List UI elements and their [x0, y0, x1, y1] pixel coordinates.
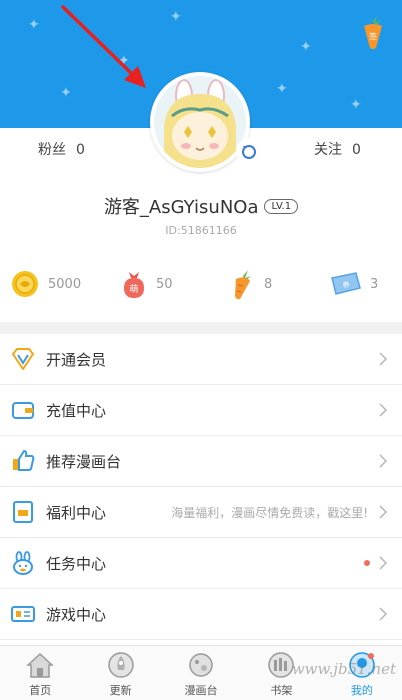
- menu-label: 任务中心: [46, 554, 107, 573]
- notification-dot: [364, 560, 370, 566]
- welfare-hint: 海量福利，漫画尽情免费读，戳这里!: [171, 505, 368, 520]
- tab-label: 漫画台: [184, 684, 218, 697]
- menu-label: 游戏中心: [46, 605, 107, 624]
- ticket-asset[interactable]: 券 3: [330, 266, 378, 302]
- tab-label: 更新: [109, 684, 132, 697]
- chevron-right-icon: [379, 505, 388, 519]
- user-id: ID:51861166: [165, 224, 237, 237]
- username: 游客_AsGYisuNOa: [103, 197, 259, 218]
- chevron-right-icon: [379, 352, 388, 366]
- avatar[interactable]: [150, 72, 250, 172]
- menu-label: 充值中心: [46, 401, 107, 420]
- tab-home[interactable]: 首页: [0, 646, 80, 700]
- meng-count: 50: [156, 276, 173, 292]
- follow-label: 关注: [314, 142, 342, 158]
- level-badge: LV.1: [264, 198, 299, 214]
- meng-asset[interactable]: 萌 50: [120, 266, 173, 302]
- planet-icon: [189, 653, 213, 677]
- follow-stat[interactable]: 关注 0: [314, 139, 371, 159]
- avatar-illustration-icon: [154, 76, 246, 168]
- chevron-right-icon: [379, 403, 388, 417]
- switch-account-icon[interactable]: [236, 138, 262, 164]
- tab-updates[interactable]: 更新: [80, 646, 160, 700]
- tab-label: 书架: [270, 684, 293, 697]
- carrot-icon: [235, 269, 251, 300]
- thumbs-up-icon: [10, 448, 36, 474]
- tab-label: 我的: [350, 684, 373, 697]
- menu-label: 福利中心: [46, 503, 107, 522]
- section-divider: [0, 322, 402, 334]
- chevron-right-icon: [379, 454, 388, 468]
- carrot-asset[interactable]: 8: [228, 266, 272, 302]
- diamond-vip-icon: [10, 346, 36, 372]
- rocket-icon: [107, 652, 134, 678]
- ticket-count: 3: [370, 276, 379, 292]
- fans-label: 粉丝: [38, 142, 66, 158]
- username-row: 游客_AsGYisuNOa LV.1: [0, 193, 402, 219]
- assets-row: 5000 萌 50 8 券 3: [0, 266, 402, 302]
- follow-count: 0: [352, 142, 361, 158]
- menu-item-recharge[interactable]: 充值中心: [0, 385, 402, 436]
- meng-bag-icon: 萌: [124, 272, 144, 298]
- tab-label: 首页: [29, 684, 52, 697]
- menu-label: 开通会员: [46, 350, 107, 369]
- fans-stat[interactable]: 粉丝 0: [38, 139, 95, 159]
- ticket-icon: 券: [331, 272, 361, 295]
- wallet-icon: [10, 397, 36, 423]
- chevron-right-icon: [379, 556, 388, 570]
- coin-asset[interactable]: 5000: [10, 266, 81, 302]
- menu-list: 开通会员 充值中心 推荐漫画台 福利中心 海量福利，漫画尽情免费读，戳这里! 任…: [0, 334, 402, 640]
- menu-label: 推荐漫画台: [46, 452, 122, 471]
- svg-text:萌: 萌: [129, 283, 138, 295]
- home-icon: [26, 652, 55, 678]
- svg-text:签: 签: [369, 31, 377, 41]
- game-ticket-icon: [10, 601, 36, 627]
- coin-count: 5000: [48, 276, 82, 292]
- fans-count: 0: [76, 142, 85, 158]
- menu-item-welfare[interactable]: 福利中心 海量福利，漫画尽情免费读，戳这里!: [0, 487, 402, 538]
- menu-item-vip[interactable]: 开通会员: [0, 334, 402, 385]
- carrot-count: 8: [264, 276, 273, 292]
- menu-item-games[interactable]: 游戏中心: [0, 589, 402, 640]
- coin-icon: [12, 271, 38, 297]
- rabbit-task-icon: [10, 550, 36, 576]
- menu-item-tasks[interactable]: 任务中心: [0, 538, 402, 589]
- chevron-right-icon: [379, 607, 388, 621]
- tab-comic-platform[interactable]: 漫画台: [161, 646, 241, 700]
- carrot-badge-icon[interactable]: 签: [360, 14, 386, 50]
- watermark: www.jb51.net: [291, 660, 396, 678]
- gift-envelope-icon: [10, 499, 36, 525]
- menu-item-recommend[interactable]: 推荐漫画台: [0, 436, 402, 487]
